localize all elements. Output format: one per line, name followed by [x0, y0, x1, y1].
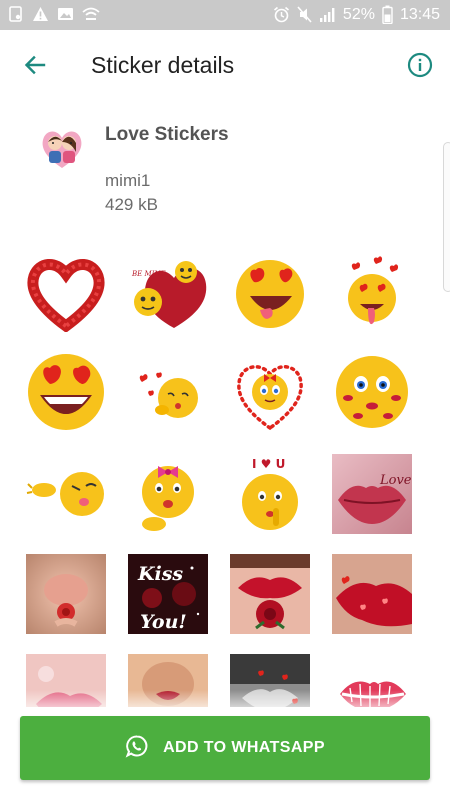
back-button[interactable]	[18, 50, 52, 84]
be-mine-text: BE MINE	[131, 270, 166, 278]
whatsapp-icon	[125, 734, 149, 763]
wifi-icon	[82, 6, 100, 22]
signal-icon	[319, 6, 336, 23]
sticker-kiss-you-photo[interactable]: Kiss You!	[128, 554, 208, 634]
pack-size: 429 kB	[105, 195, 158, 214]
sticker-love-lips-photo[interactable]: Love	[332, 454, 412, 534]
battery-percent: 52%	[342, 5, 375, 23]
sticker-heart-eyes-grin-smiley[interactable]	[26, 352, 106, 432]
sticker-pack-header: Love Stickers mimi1 429 kB	[0, 102, 450, 242]
info-button[interactable]	[404, 51, 436, 83]
pack-tray-icon	[38, 126, 86, 170]
sticker-lipstick-hearts-photo[interactable]	[332, 554, 412, 634]
pack-author: mimi1	[105, 171, 151, 190]
sticker-red-lips-rose-photo[interactable]	[230, 554, 310, 634]
i-love-u-text: I ♥ U	[252, 457, 285, 471]
status-bar: 52% 13:45	[0, 0, 450, 30]
sticker-i-love-u-shush-smiley[interactable]: I ♥ U	[230, 454, 310, 534]
sticker-kiss-marks-smiley[interactable]	[332, 352, 412, 432]
alarm-icon	[273, 6, 290, 23]
love-text: Love	[379, 473, 412, 488]
sticker-bow-kiss-smiley[interactable]	[128, 454, 208, 534]
sticker-rose-heart-wreath[interactable]	[26, 252, 106, 332]
pack-name: Love Stickers	[105, 124, 229, 145]
info-icon	[407, 52, 433, 83]
list-fade	[0, 690, 450, 716]
app-bar: Sticker details	[0, 30, 450, 102]
sticker-hearts-tongue-smiley[interactable]	[332, 252, 412, 332]
add-to-whatsapp-label: ADD TO WHATSAPP	[163, 739, 325, 756]
sticker-blowing-kiss-smiley[interactable]	[128, 352, 208, 432]
sim-card-icon	[8, 6, 24, 22]
sticker-lips-rose-photo[interactable]	[26, 554, 106, 634]
add-to-whatsapp-button[interactable]: ADD TO WHATSAPP	[20, 716, 430, 780]
sticker-heart-frame-blushing-smiley[interactable]	[230, 352, 310, 432]
sticker-heart-eyes-tongue-smiley[interactable]	[230, 252, 310, 332]
image-icon	[57, 6, 74, 22]
sticker-kissy-wave-smiley[interactable]	[26, 454, 106, 534]
mute-icon	[297, 6, 312, 23]
scrollbar[interactable]	[443, 142, 450, 292]
battery-icon	[382, 5, 393, 24]
alert-icon	[32, 6, 49, 22]
page-title: Sticker details	[91, 52, 235, 78]
sticker-be-mine-heart-smiley[interactable]: BE MINE	[128, 252, 208, 332]
status-time: 13:45	[399, 5, 440, 23]
sticker-grid: BE MINE I ♥ U Love Kiss You!	[26, 252, 426, 707]
kiss-text: Kiss	[137, 563, 183, 585]
you-text: You!	[140, 611, 187, 633]
arrow-left-icon	[23, 53, 47, 82]
